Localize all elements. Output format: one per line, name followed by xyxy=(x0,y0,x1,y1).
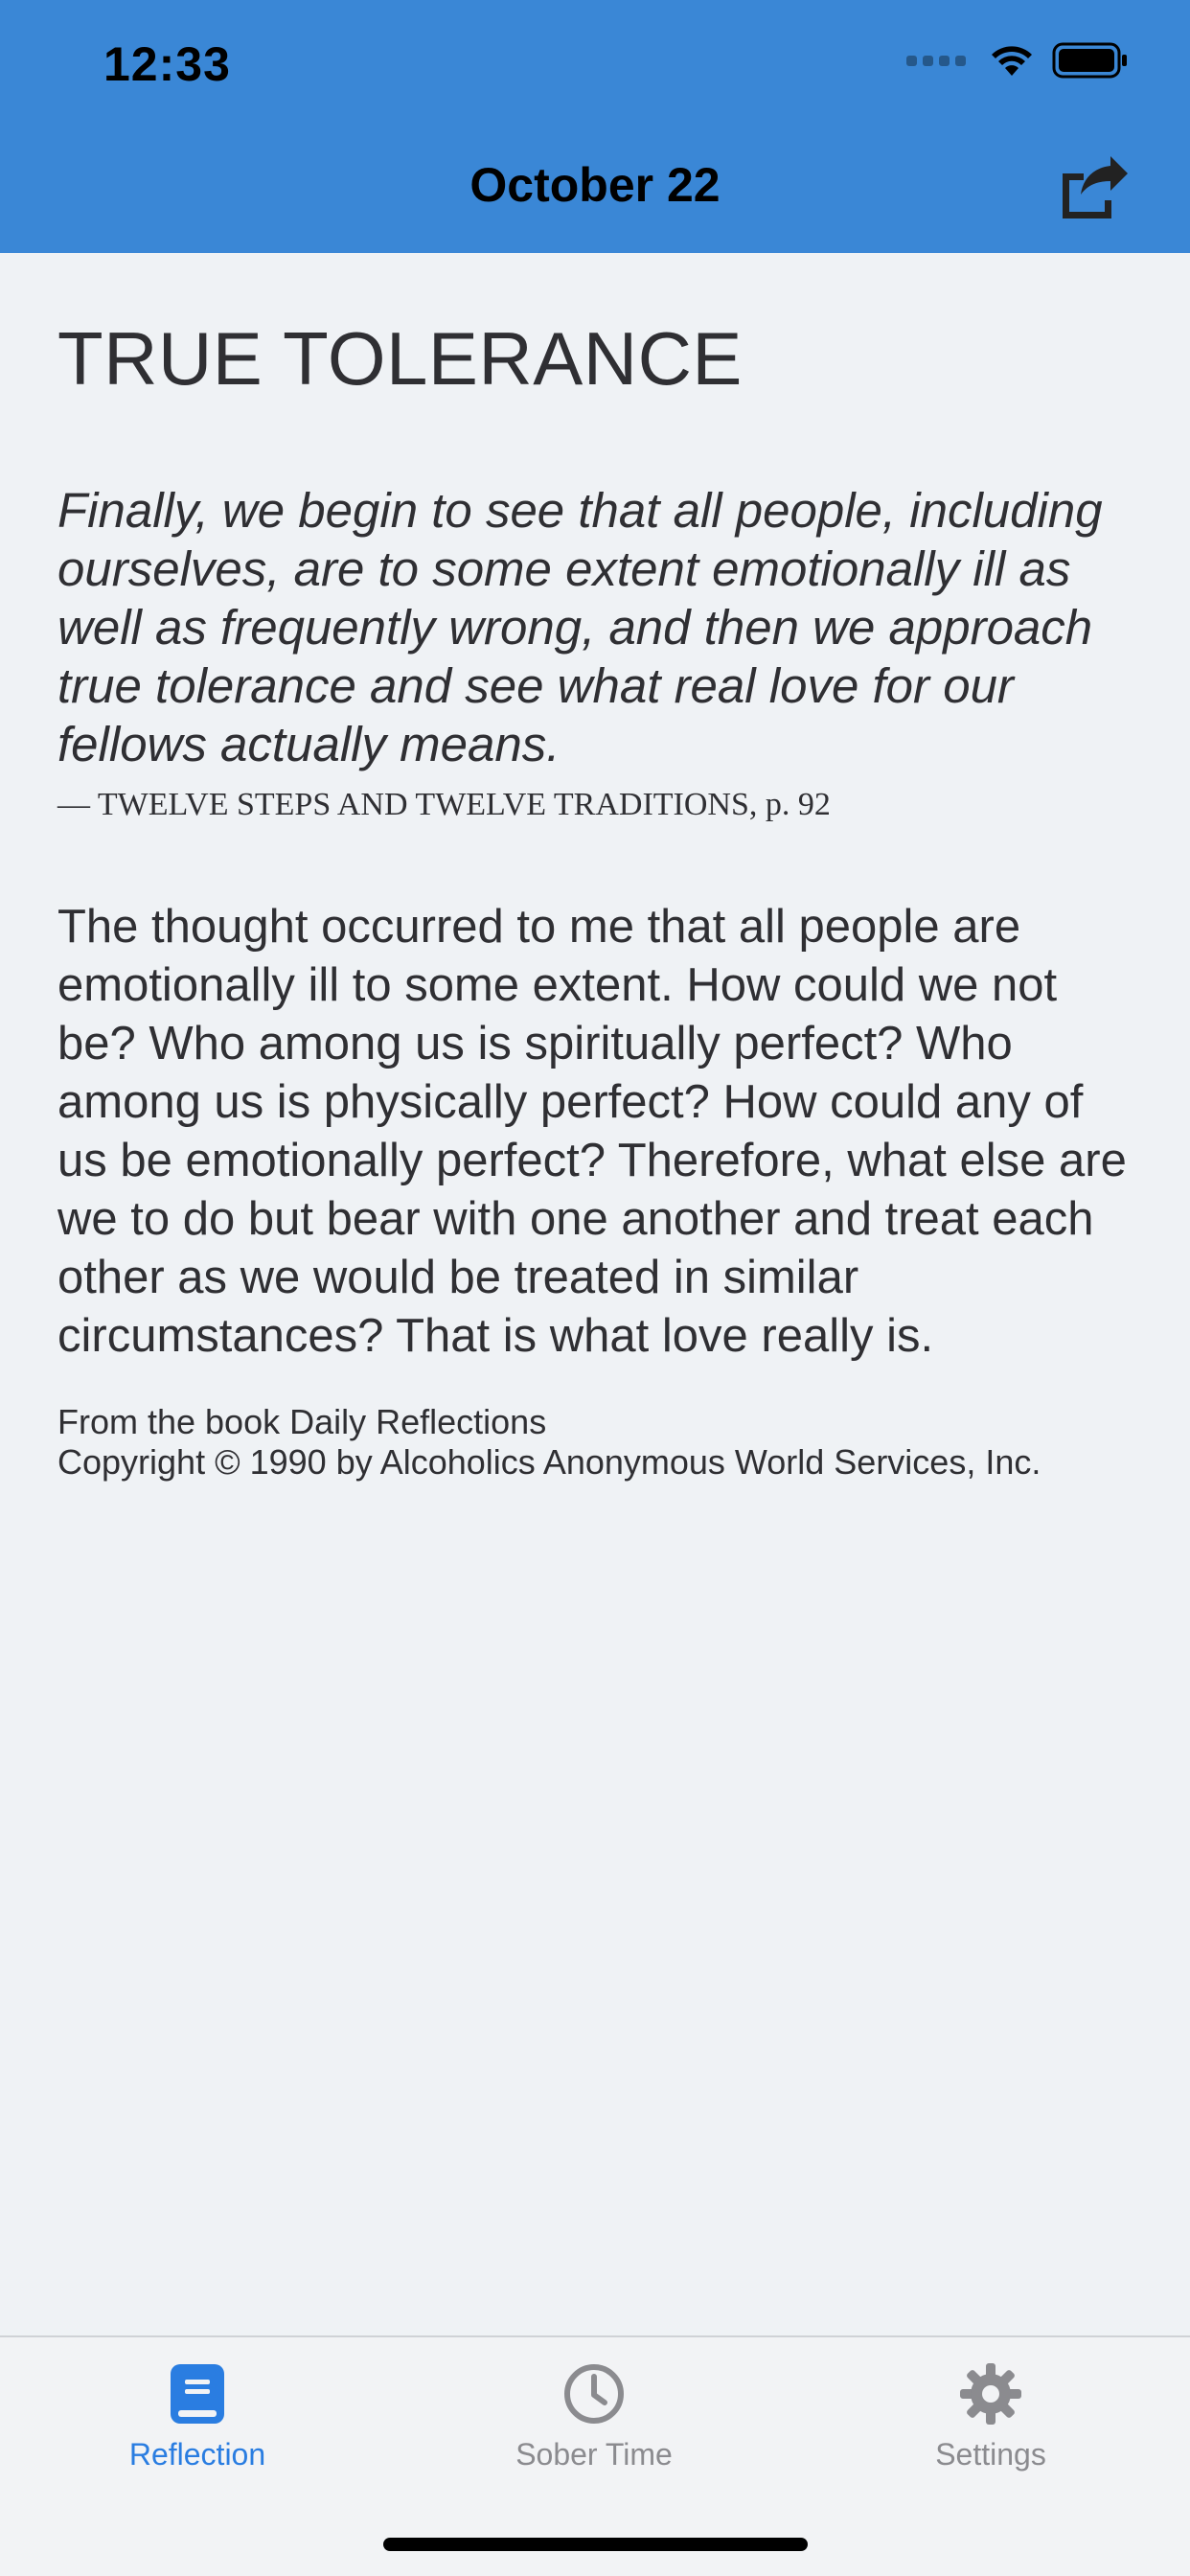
header-bar: 12:33 October 22 xyxy=(0,0,1190,253)
gear-icon xyxy=(957,2360,1024,2427)
signal-icon xyxy=(906,55,966,66)
tab-label-sober-time: Sober Time xyxy=(515,2437,673,2472)
book-icon xyxy=(164,2360,231,2427)
tab-label-settings: Settings xyxy=(935,2437,1046,2472)
reflection-title: TRUE TOLERANCE xyxy=(57,316,743,401)
tab-reflection[interactable]: Reflection xyxy=(54,2360,341,2472)
app-screen: 12:33 October 22 TRUE TOLERANCE Finally,… xyxy=(0,0,1190,2576)
status-time: 12:33 xyxy=(103,37,231,91)
footnote-book-line: From the book Daily Reflections xyxy=(57,1401,547,1441)
share-icon xyxy=(1063,156,1128,218)
status-icons xyxy=(906,42,1129,79)
copyright-footnote: From the book Daily Reflections Copyrigh… xyxy=(57,1402,1140,1483)
tab-settings[interactable]: Settings xyxy=(847,2360,1134,2472)
home-indicator xyxy=(383,2538,808,2551)
battery-icon xyxy=(1052,42,1127,79)
footnote-copyright-line: Copyright © 1990 by Alcoholics Anonymous… xyxy=(57,1441,1041,1482)
reflection-quote: Finally, we begin to see that all people… xyxy=(57,482,1103,771)
nav-title: October 22 xyxy=(469,158,721,212)
reflection-body: The thought occurred to me that all peop… xyxy=(57,900,1127,1362)
quote-source: — TWELVE STEPS AND TWELVE TRADITIONS, p.… xyxy=(57,786,831,822)
clock-icon xyxy=(561,2360,628,2427)
tab-label-reflection: Reflection xyxy=(128,2437,266,2472)
wifi-icon xyxy=(992,46,1032,76)
tab-sober-time[interactable]: Sober Time xyxy=(450,2360,738,2472)
share-button[interactable] xyxy=(1054,151,1131,224)
reflection-content: TRUE TOLERANCE Finally, we begin to see … xyxy=(57,316,1140,1483)
